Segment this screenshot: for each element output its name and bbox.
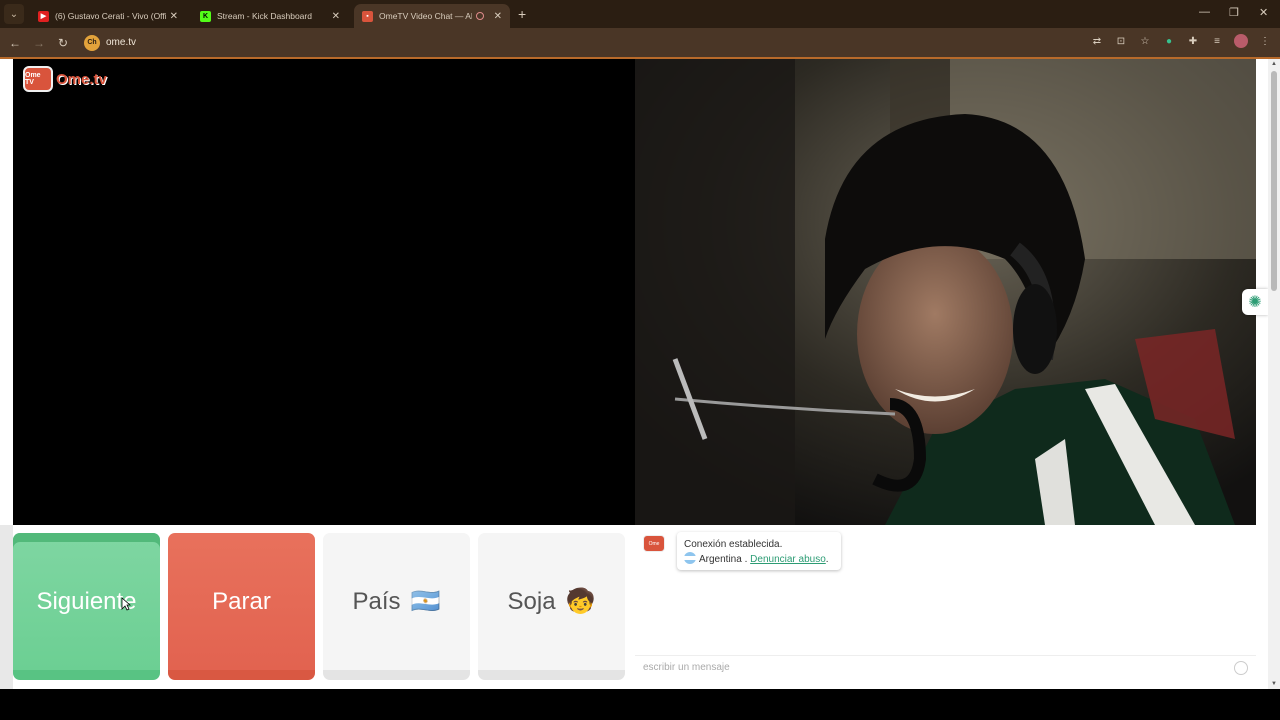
country-filter-label: País [352, 587, 401, 615]
bottom-letterbox [0, 689, 1280, 720]
tab-youtube[interactable]: ▶ (6) Gustavo Cerati - Vivo (Offici ✕ [30, 4, 186, 28]
restore-button[interactable]: ❐ [1229, 6, 1239, 19]
argentina-flag-icon: 🇦🇷 [410, 588, 441, 615]
browser-tab-bar: ⌄ ▶ (6) Gustavo Cerati - Vivo (Offici ✕ … [0, 0, 1280, 28]
address-bar[interactable]: Ch ome.tv [80, 32, 1140, 53]
close-icon[interactable]: ✕ [494, 11, 502, 22]
report-abuse-link[interactable]: Denunciar abuso [750, 554, 826, 565]
remote-video-frame [635, 59, 1256, 525]
media-control-icon[interactable]: ≡ [1210, 34, 1224, 48]
left-gutter [0, 525, 13, 689]
next-button[interactable]: Siguiente [13, 533, 160, 680]
ometv-logo-icon: Ome TV [23, 66, 53, 92]
mouse-cursor-icon [121, 597, 131, 611]
scroll-up-icon[interactable]: ▲ [1271, 61, 1277, 67]
forward-icon[interactable]: → [27, 36, 51, 50]
recording-icon [475, 12, 484, 20]
bookmark-star-icon[interactable]: ☆ [1138, 34, 1152, 48]
gender-filter-button[interactable]: Soja 🧒 [478, 533, 625, 680]
close-icon[interactable]: ✕ [170, 11, 178, 22]
scrollbar-thumb[interactable] [1271, 71, 1277, 291]
connection-status: Conexión establecida. [684, 539, 783, 550]
stop-button[interactable]: Parar [168, 533, 315, 680]
ometv-logo[interactable]: Ome TV Ome.tv [23, 66, 107, 92]
remote-video [635, 59, 1256, 525]
extension-icon[interactable]: ● [1162, 34, 1176, 48]
boy-icon: 🧒 [565, 588, 596, 615]
message-placeholder: escribir un mensaje [643, 662, 730, 673]
system-message: Conexión establecida. Argentina . Denunc… [677, 532, 841, 570]
scroll-down-icon[interactable]: ▼ [1271, 681, 1277, 687]
profile-avatar-icon[interactable] [1234, 34, 1248, 48]
argentina-flag-icon [684, 552, 696, 564]
browser-toolbar: ← → ↻ Ch ome.tv ⇄ ⊡ ☆ ● ✚ ≡ ⋮ [0, 28, 1280, 57]
url-text: ome.tv [106, 37, 137, 48]
tab-ometv[interactable]: ▪ OmeTV Video Chat — Alter ✕ [354, 4, 510, 28]
stop-button-label: Parar [212, 587, 271, 615]
logo-text: Ome.tv [56, 70, 107, 88]
back-icon[interactable]: ← [3, 36, 27, 50]
partner-country-row: Argentina . Denunciar abuso. [684, 552, 834, 567]
country-filter-button[interactable]: País 🇦🇷 [323, 533, 470, 680]
local-video: Ome TV Ome.tv [13, 59, 635, 525]
ai-assistant-icon[interactable]: ✺ [1242, 289, 1268, 315]
message-input[interactable]: escribir un mensaje [635, 655, 1256, 680]
toolbar-icons: ⇄ ⊡ ☆ ● ✚ ≡ ⋮ [1090, 34, 1272, 48]
translate-icon[interactable]: ⇄ [1090, 34, 1104, 48]
tab-search-button[interactable]: ⌄ [4, 4, 24, 24]
reload-icon[interactable]: ↻ [51, 36, 75, 50]
menu-kebab-icon[interactable]: ⋮ [1258, 34, 1272, 48]
report-suffix: . [825, 554, 829, 565]
control-buttons: Siguiente Parar País 🇦🇷 Soja 🧒 [13, 533, 627, 680]
tab-title: OmeTV Video Chat — Alter [379, 11, 472, 21]
ometv-icon: ▪ [362, 10, 373, 22]
chat-panel: Ome Conexión establecida. Argentina . De… [635, 525, 1256, 680]
install-app-icon[interactable]: ⊡ [1114, 34, 1128, 48]
ometv-chat-icon: Ome [643, 535, 665, 552]
page-scrollbar[interactable]: ▲ ▼ [1268, 59, 1280, 689]
kick-icon: K [200, 10, 211, 22]
partner-country: Argentina . [699, 554, 748, 565]
window-close-button[interactable]: ✕ [1259, 6, 1268, 19]
extensions-puzzle-icon[interactable]: ✚ [1186, 34, 1200, 48]
new-tab-button[interactable]: + [518, 6, 526, 22]
emoji-picker-icon[interactable] [1234, 661, 1248, 675]
close-icon[interactable]: ✕ [332, 11, 340, 22]
tab-title: (6) Gustavo Cerati - Vivo (Offici [55, 11, 166, 21]
minimize-button[interactable]: — [1199, 6, 1210, 18]
gender-filter-label: Soja [507, 587, 556, 615]
tab-kick[interactable]: K Stream - Kick Dashboard ✕ [192, 4, 348, 28]
ometv-page: Ome TV Ome.tv Siguiente Parar País 🇦🇷 So… [0, 59, 1280, 689]
tab-title: Stream - Kick Dashboard [217, 11, 312, 21]
youtube-icon: ▶ [38, 10, 49, 22]
site-info-icon[interactable]: Ch [84, 34, 100, 51]
